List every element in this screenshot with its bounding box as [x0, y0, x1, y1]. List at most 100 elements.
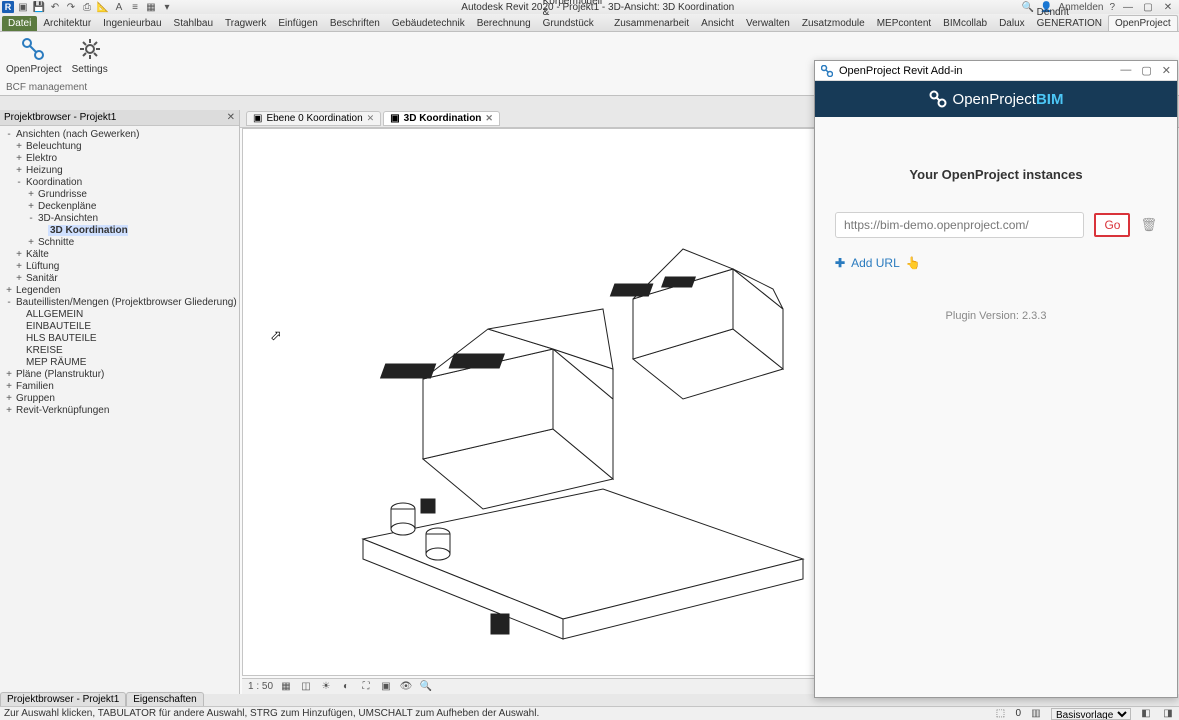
openproject-button[interactable]: OpenProject [6, 36, 62, 75]
tree-item[interactable]: -Koordination [2, 176, 239, 188]
close-icon[interactable]: ✕ [485, 113, 493, 124]
expand-icon[interactable]: + [4, 381, 14, 392]
addin-maximize-button[interactable]: ▢ [1141, 64, 1151, 77]
save-icon[interactable]: 💾 [32, 1, 46, 13]
expand-icon[interactable]: + [14, 153, 24, 164]
tree-item[interactable]: +Pläne (Planstruktur) [2, 368, 239, 380]
expand-icon[interactable]: + [4, 285, 14, 296]
align-icon[interactable]: ≡ [128, 1, 142, 13]
tree-item[interactable]: +Lüftung [2, 260, 239, 272]
expand-icon[interactable]: + [14, 261, 24, 272]
minimize-button[interactable]: — [1121, 1, 1135, 13]
tree-item[interactable]: -3D-Ansichten [2, 212, 239, 224]
crop-icon[interactable]: ⛶ [359, 681, 373, 693]
instance-url-input[interactable] [835, 212, 1084, 238]
close-button[interactable]: ✕ [1161, 1, 1175, 13]
tree-item[interactable]: +Deckenpläne [2, 200, 239, 212]
expand-icon[interactable]: + [4, 405, 14, 416]
reveal-icon[interactable]: 🔍 [419, 681, 433, 693]
ribbon-tab-beschriften[interactable]: Beschriften [324, 16, 386, 31]
text-icon[interactable]: A [112, 1, 126, 13]
redo-icon[interactable]: ↷ [64, 1, 78, 13]
ribbon-tab-geb-udetechnik[interactable]: Gebäudetechnik [386, 16, 471, 31]
ribbon-tab-zusatzmodule[interactable]: Zusatzmodule [796, 16, 871, 31]
expand-icon[interactable]: + [26, 189, 36, 200]
more-icon[interactable]: ▾ [160, 1, 174, 13]
worksets-icon[interactable]: ◧ [1139, 708, 1153, 720]
tree-item[interactable]: +Beleuchtung [2, 140, 239, 152]
sun-path-icon[interactable]: ☀ [319, 681, 333, 693]
expand-icon[interactable]: + [14, 273, 24, 284]
tree-item[interactable]: -Ansichten (nach Gewerken) [2, 128, 239, 140]
tree-item[interactable]: EINBAUTEILE [2, 320, 239, 332]
measure-icon[interactable]: 📐 [96, 1, 110, 13]
expand-icon[interactable]: + [14, 249, 24, 260]
expand-icon[interactable]: + [4, 369, 14, 380]
tree-item[interactable]: MEP RÄUME [2, 356, 239, 368]
delete-icon[interactable]: 🗑 [1140, 217, 1157, 233]
hide-icon[interactable]: 👁 [399, 681, 413, 693]
ribbon-tab-datei[interactable]: Datei [2, 16, 37, 31]
crop-region-icon[interactable]: ▣ [379, 681, 393, 693]
ribbon-tab-ingenieurbau[interactable]: Ingenieurbau [97, 16, 167, 31]
undo-icon[interactable]: ↶ [48, 1, 62, 13]
tree-item[interactable]: +Kälte [2, 248, 239, 260]
go-button[interactable]: Go [1094, 213, 1130, 237]
tree-item[interactable]: +Familien [2, 380, 239, 392]
tree-item[interactable]: 3D Koordination [2, 224, 239, 236]
select-icon[interactable]: ⬚ [993, 708, 1007, 720]
ribbon-tab-architektur[interactable]: Architektur [37, 16, 97, 31]
view-scale[interactable]: 1 : 50 [248, 681, 273, 692]
detail-level-icon[interactable]: ▦ [279, 681, 293, 693]
tree-item[interactable]: +Heizung [2, 164, 239, 176]
revit-logo-icon[interactable]: R [2, 1, 14, 13]
design-options-icon[interactable]: ◨ [1161, 708, 1175, 720]
bottom-tab[interactable]: Projektbrowser - Projekt1 [0, 692, 126, 706]
ribbon-tab-dalux[interactable]: Dalux [993, 16, 1031, 31]
tree-item[interactable]: KREISE [2, 344, 239, 356]
tree-item[interactable]: +Sanitär [2, 272, 239, 284]
template-select[interactable]: Basisvorlage [1051, 708, 1131, 720]
ribbon-tab-bimcollab[interactable]: BIMcollab [937, 16, 993, 31]
add-url-button[interactable]: ✚ Add URL 👆 [835, 256, 1157, 270]
close-icon[interactable]: ✕ [367, 113, 375, 124]
expand-icon[interactable]: - [4, 297, 14, 308]
open-icon[interactable]: ▣ [16, 1, 30, 13]
tree-item[interactable]: +Legenden [2, 284, 239, 296]
bottom-tab[interactable]: Eigenschaften [126, 692, 203, 706]
ribbon-tab-zusammenarbeit[interactable]: Zusammenarbeit [608, 16, 695, 31]
tree-item[interactable]: +Revit-Verknüpfungen [2, 404, 239, 416]
tree-item[interactable]: -Bauteillisten/Mengen (Projektbrowser Gl… [2, 296, 239, 308]
shadows-icon[interactable]: ◐ [339, 681, 353, 693]
ribbon-tab-mepcontent[interactable]: MEPcontent [871, 16, 937, 31]
tree-item[interactable]: ALLGEMEIN [2, 308, 239, 320]
ribbon-tab-openproject[interactable]: OpenProject [1108, 15, 1178, 31]
tree-item[interactable]: HLS BAUTEILE [2, 332, 239, 344]
tree[interactable]: -Ansichten (nach Gewerken)+Beleuchtung+E… [0, 126, 239, 418]
expand-icon[interactable]: + [14, 165, 24, 176]
ribbon-tab-tragwerk[interactable]: Tragwerk [219, 16, 272, 31]
help-icon[interactable]: ? [1109, 2, 1115, 13]
expand-icon[interactable]: - [4, 129, 14, 140]
tree-item[interactable]: +Schnitte [2, 236, 239, 248]
addin-minimize-button[interactable]: — [1120, 64, 1131, 77]
expand-icon[interactable]: - [26, 213, 36, 224]
visual-style-icon[interactable]: ◫ [299, 681, 313, 693]
maximize-button[interactable]: ▢ [1141, 1, 1155, 13]
expand-icon[interactable]: + [26, 201, 36, 212]
print-icon[interactable]: ⎙ [80, 1, 94, 13]
filter-icon[interactable]: ▥ [1029, 708, 1043, 720]
tree-item[interactable]: +Elektro [2, 152, 239, 164]
view-icon[interactable]: ▦ [144, 1, 158, 13]
ribbon-tab-k-rpermodell-grundst-ck[interactable]: Körpermodell & Grundstück [537, 0, 608, 31]
view-tab[interactable]: ▣3D Koordination✕ [383, 111, 500, 126]
ribbon-tab-dendrit-generation[interactable]: Dendrit GENERATION [1031, 5, 1108, 31]
tree-item[interactable]: +Gruppen [2, 392, 239, 404]
ribbon-tab-berechnung[interactable]: Berechnung [471, 16, 537, 31]
close-icon[interactable]: ✕ [227, 112, 235, 123]
ribbon-tab-einf-gen[interactable]: Einfügen [272, 16, 323, 31]
tree-item[interactable]: +Grundrisse [2, 188, 239, 200]
expand-icon[interactable]: + [26, 237, 36, 248]
addin-close-button[interactable]: ✕ [1162, 64, 1171, 77]
ribbon-tab-ansicht[interactable]: Ansicht [695, 16, 740, 31]
